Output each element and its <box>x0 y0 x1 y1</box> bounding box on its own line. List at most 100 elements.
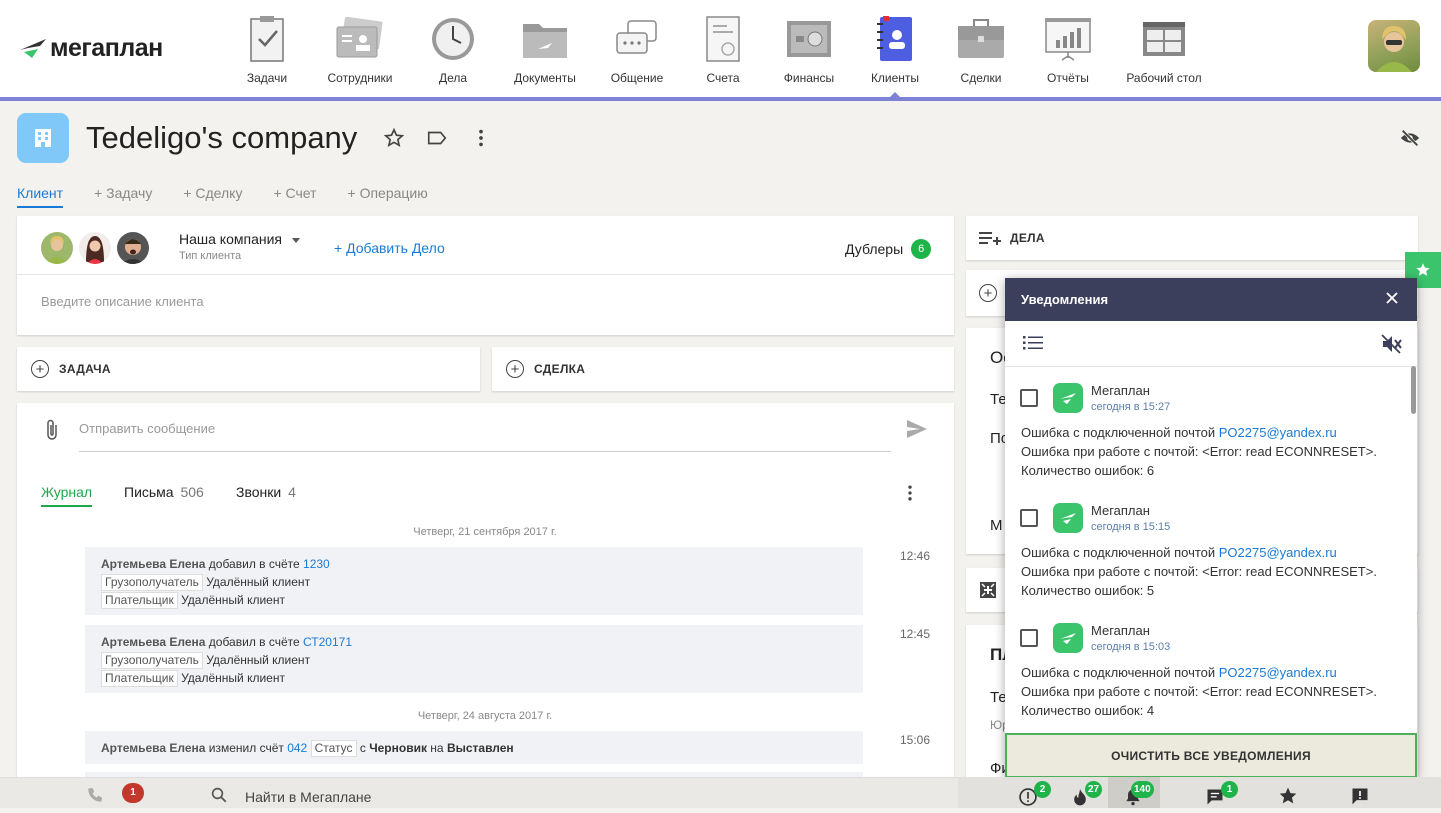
send-icon[interactable] <box>905 418 929 445</box>
feed-date-separator: Четверг, 24 августа 2017 г. <box>417 710 553 722</box>
tag-icon[interactable] <box>426 127 448 154</box>
nav-item-affairs[interactable]: Дела <box>405 14 501 85</box>
duplicates[interactable]: Дублеры 6 <box>845 239 932 259</box>
avatar[interactable] <box>41 232 73 264</box>
notification-line: Ошибка при работе с почтой: <Error: read… <box>1021 444 1377 459</box>
expand-icon <box>980 582 996 598</box>
close-icon[interactable] <box>1385 291 1399 308</box>
tab-letters-count: 506 <box>180 484 204 500</box>
message-input[interactable]: Отправить сообщение <box>79 421 215 436</box>
employees-icon <box>335 14 385 64</box>
message-input-underline <box>79 451 891 452</box>
client-type-select[interactable]: Наша компания <box>179 231 300 247</box>
hidden-eye-icon[interactable] <box>1399 127 1421 154</box>
global-search-input[interactable]: Найти в Мегаплане <box>245 789 371 805</box>
invoice-link[interactable]: СТ20171 <box>303 635 352 649</box>
star-icon[interactable] <box>383 127 405 154</box>
tab-letters[interactable]: Письма 506 <box>124 484 204 500</box>
nav-accent-line <box>0 97 1441 101</box>
notification-checkbox[interactable] <box>1020 629 1038 647</box>
email-link[interactable]: PO2275@yandex.ru <box>1219 425 1337 440</box>
client-description-input[interactable]: Введите описание клиента <box>41 294 204 309</box>
avatar[interactable] <box>79 232 111 264</box>
nav-item-tasks[interactable]: Задачи <box>219 14 315 85</box>
nav-item-desktop[interactable]: Рабочий стол <box>1116 14 1212 85</box>
tab-calls[interactable]: Звонки 4 <box>236 484 296 500</box>
feed-entry: Артемьева Елена изменил счёт 042 Статус … <box>85 731 863 764</box>
notification-checkbox[interactable] <box>1020 389 1038 407</box>
avatar[interactable] <box>117 232 149 264</box>
feed-action: добавил в счёте <box>205 635 304 649</box>
attach-icon[interactable] <box>43 418 61 447</box>
notification-sender: Мегаплан <box>1091 623 1150 638</box>
nav-item-finance[interactable]: Финансы <box>761 14 857 85</box>
mute-sound-icon[interactable] <box>1381 334 1403 359</box>
notification-sender: Мегаплан <box>1091 503 1150 518</box>
notifications-panel: Уведомления Мегаплан сегодня в 15:27 Оши… <box>1005 278 1417 778</box>
notifications-toolbar <box>1005 321 1417 367</box>
add-list-icon <box>979 232 1001 245</box>
nav-label: Общение <box>610 71 664 85</box>
field-tag: Плательщик <box>101 670 178 687</box>
notification-checkbox[interactable] <box>1020 509 1038 527</box>
notifications-header: Уведомления <box>1005 278 1417 321</box>
tab-journal[interactable]: Журнал <box>41 484 93 507</box>
field-value: Удалённый клиент <box>181 671 285 685</box>
feedback-icon[interactable] <box>1350 786 1370 811</box>
nav-item-reports[interactable]: Отчёты <box>1020 14 1116 85</box>
nav-item-clients[interactable]: Клиенты <box>847 14 943 85</box>
field-tag: Грузополучатель <box>101 574 203 591</box>
feed-action: изменил счёт <box>205 741 288 755</box>
nav-label: Задачи <box>246 71 288 85</box>
nav-label: Сделки <box>960 71 1002 85</box>
tab-calls-label: Звонки <box>236 484 282 500</box>
phone-icon[interactable] <box>86 786 104 809</box>
nav-item-employees[interactable]: Сотрудники <box>312 14 408 85</box>
notification-line: Количество ошибок: 6 <box>1021 463 1155 478</box>
notifications-scrollbar[interactable] <box>1411 366 1416 414</box>
user-avatar[interactable] <box>1368 20 1420 72</box>
add-affair-link[interactable]: + Добавить Дело <box>334 240 445 256</box>
clear-all-notifications-button[interactable]: ОЧИСТИТЬ ВСЕ УВЕДОМЛЕНИЯ <box>1005 733 1417 778</box>
tab-client[interactable]: Клиент <box>17 185 64 208</box>
notification-line: Ошибка при работе с почтой: <Error: read… <box>1021 684 1377 699</box>
megaplan-logo[interactable]: мегаплан <box>18 34 163 63</box>
more-vertical-icon[interactable] <box>470 127 492 154</box>
nav-item-communication[interactable]: Общение <box>589 14 685 85</box>
tab-add-invoice[interactable]: + Счет <box>273 185 316 208</box>
email-link[interactable]: PO2275@yandex.ru <box>1219 545 1337 560</box>
nav-item-documents[interactable]: Документы <box>497 14 593 85</box>
favorites-star-icon[interactable] <box>1278 786 1298 811</box>
tab-add-deal[interactable]: + Сделку <box>183 185 242 208</box>
affairs-panel-header[interactable]: ДЕЛА <box>966 216 1418 260</box>
nav-label: Документы <box>514 71 576 85</box>
list-icon[interactable] <box>1023 335 1043 356</box>
invoice-link[interactable]: 042 <box>287 741 307 755</box>
notification-body: Ошибка с подключенной почтой PO2275@yand… <box>1021 543 1377 600</box>
add-task-label: ЗАДАЧА <box>59 362 111 376</box>
duplicates-label: Дублеры <box>845 241 904 257</box>
notification-line: Ошибка с подключенной почтой <box>1021 425 1219 440</box>
feed-author[interactable]: Артемьева Елена <box>101 557 205 571</box>
client-tabs: Клиент + Задачу + Сделку + Счет + Операц… <box>17 185 459 208</box>
add-task-button[interactable]: + ЗАДАЧА <box>17 347 480 391</box>
invoice-icon <box>698 14 748 64</box>
feed-action: добавил в счёте <box>205 557 304 571</box>
nav-item-invoices[interactable]: Счета <box>675 14 771 85</box>
email-link[interactable]: PO2275@yandex.ru <box>1219 665 1337 680</box>
feed-author[interactable]: Артемьева Елена <box>101 635 205 649</box>
notification-time: сегодня в 15:03 <box>1091 641 1171 653</box>
reports-icon <box>1043 14 1093 64</box>
add-deal-button[interactable]: + СДЕЛКА <box>492 347 954 391</box>
feed-author[interactable]: Артемьева Елена <box>101 741 205 755</box>
feed-date-separator: Четверг, 21 сентября 2017 г. <box>413 526 557 538</box>
nav-item-deals[interactable]: Сделки <box>933 14 1029 85</box>
bell-badge: 140 <box>1131 781 1154 798</box>
invoice-link[interactable]: 1230 <box>303 557 330 571</box>
more-vertical-icon[interactable] <box>900 483 920 508</box>
plus-circle-icon: + <box>506 360 524 378</box>
feed-time: 15:06 <box>900 733 931 747</box>
star-icon <box>1416 263 1430 276</box>
tab-add-task[interactable]: + Задачу <box>94 185 152 208</box>
tab-add-operation[interactable]: + Операцию <box>348 185 428 208</box>
